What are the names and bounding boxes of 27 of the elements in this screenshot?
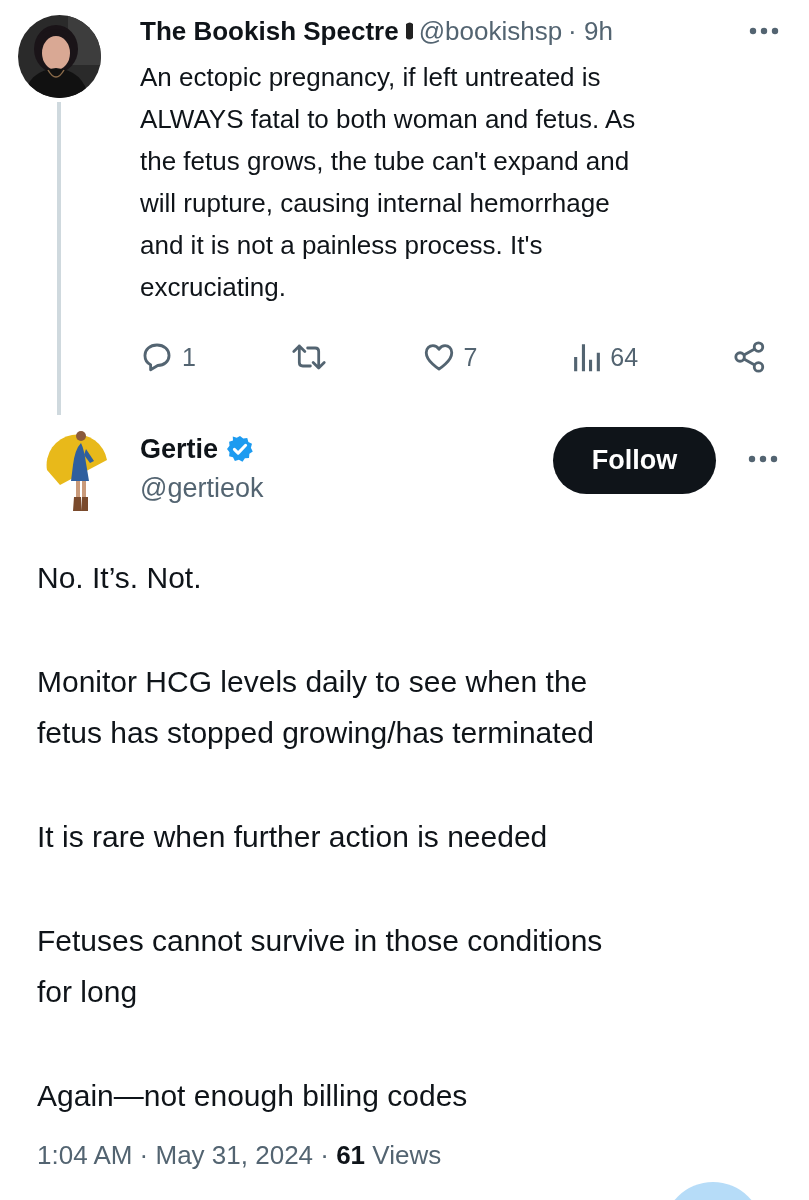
post-text-line: ALWAYS fatal to both woman and fetus. As [140,103,637,136]
post-text-line: Fetuses cannot survive in those conditions [37,923,604,959]
more-icon[interactable] [747,455,778,463]
follow-button[interactable]: Follow [553,427,716,494]
action-count: 64 [610,342,639,372]
post-text-line: the fetus grows, the tube can't expand and [140,145,631,178]
action-count: 7 [463,342,478,372]
post-text-line: An ectopic pregnancy, if left untreated is [140,61,602,94]
author-handle[interactable]: @bookishsp [418,15,563,47]
post-time: · 9h [568,15,613,47]
post-text-line: No. It’s. Not. [37,560,203,596]
post-text-line: and it is not a painless process. It's [140,229,544,262]
author-handle[interactable]: @gertieok [140,473,553,504]
emoji-icon [403,20,413,42]
post-text-line: Monitor HCG levels daily to see when the [37,664,589,700]
author-name[interactable]: The Bookish Spectre [140,15,399,47]
author-name[interactable]: Gertie [140,433,219,465]
share-icon[interactable] [733,340,767,374]
more-icon[interactable] [749,27,779,35]
post-text-line: for long [37,974,139,1010]
post-meta: 1:04 AM · May 31, 2024 · 61 Views [36,1140,443,1171]
post-text-line: excruciating. [140,271,287,304]
action-count: 1 [182,342,196,372]
post-text-line: will rupture, causing internal hemorrhage [140,187,611,220]
post-text-line: Again—not enough billing codes [37,1078,469,1114]
post-text-line: fetus has stopped growing/has terminated [37,715,595,751]
post-text-line: It is rare when further action is needed [37,819,549,855]
